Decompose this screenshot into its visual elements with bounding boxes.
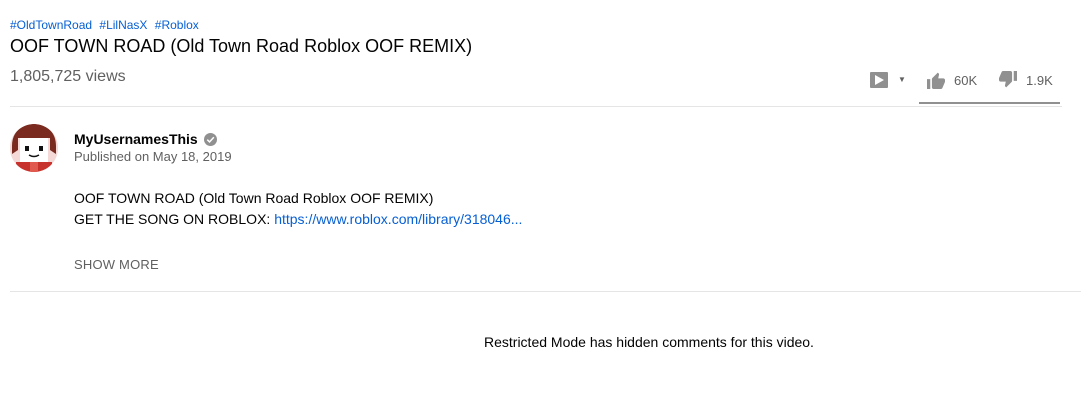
avatar-image bbox=[10, 124, 58, 172]
hashtag-link[interactable]: #Roblox bbox=[155, 18, 199, 32]
add-to-playlist-icon bbox=[870, 72, 888, 88]
hashtag-list: #OldTownRoad #LilNasX #Roblox bbox=[10, 18, 203, 32]
publish-date: Published on May 18, 2019 bbox=[74, 149, 232, 164]
channel-name-link[interactable]: MyUsernamesThis bbox=[74, 131, 217, 147]
divider bbox=[10, 291, 1081, 292]
description-link[interactable]: https://www.roblox.com/library/318046... bbox=[274, 211, 522, 227]
like-count: 60K bbox=[954, 72, 978, 88]
description-text: GET THE SONG ON ROBLOX: bbox=[74, 211, 275, 227]
sentiment-bar bbox=[919, 102, 1060, 104]
like-button[interactable]: 60K bbox=[926, 71, 984, 89]
divider bbox=[10, 106, 1062, 107]
channel-name: MyUsernamesThis bbox=[74, 131, 198, 147]
thumbs-down-icon bbox=[999, 71, 1017, 88]
thumbs-up-icon bbox=[927, 72, 945, 89]
view-count: 1,805,725 views bbox=[10, 68, 126, 85]
description-line: OOF TOWN ROAD (Old Town Road Roblox OOF … bbox=[74, 190, 434, 206]
hashtag-link[interactable]: #OldTownRoad bbox=[10, 18, 92, 32]
add-to-playlist-button[interactable]: ▼ bbox=[870, 72, 914, 88]
channel-avatar[interactable] bbox=[10, 124, 58, 172]
video-title: OOF TOWN ROAD (Old Town Road Roblox OOF … bbox=[10, 36, 473, 56]
description-line: GET THE SONG ON ROBLOX: https://www.robl… bbox=[74, 209, 522, 230]
dislike-button[interactable]: 1.9K bbox=[998, 71, 1053, 89]
chevron-down-icon: ▼ bbox=[898, 75, 906, 84]
video-description: OOF TOWN ROAD (Old Town Road Roblox OOF … bbox=[74, 188, 522, 230]
dislike-count: 1.9K bbox=[1026, 72, 1053, 88]
show-more-button[interactable]: SHOW MORE bbox=[74, 257, 159, 272]
video-actions: ▼ 60K 1.9K bbox=[870, 66, 1053, 94]
verified-icon bbox=[203, 132, 217, 146]
comments-restricted-notice: Restricted Mode has hidden comments for … bbox=[484, 334, 814, 350]
hashtag-link[interactable]: #LilNasX bbox=[99, 18, 147, 32]
